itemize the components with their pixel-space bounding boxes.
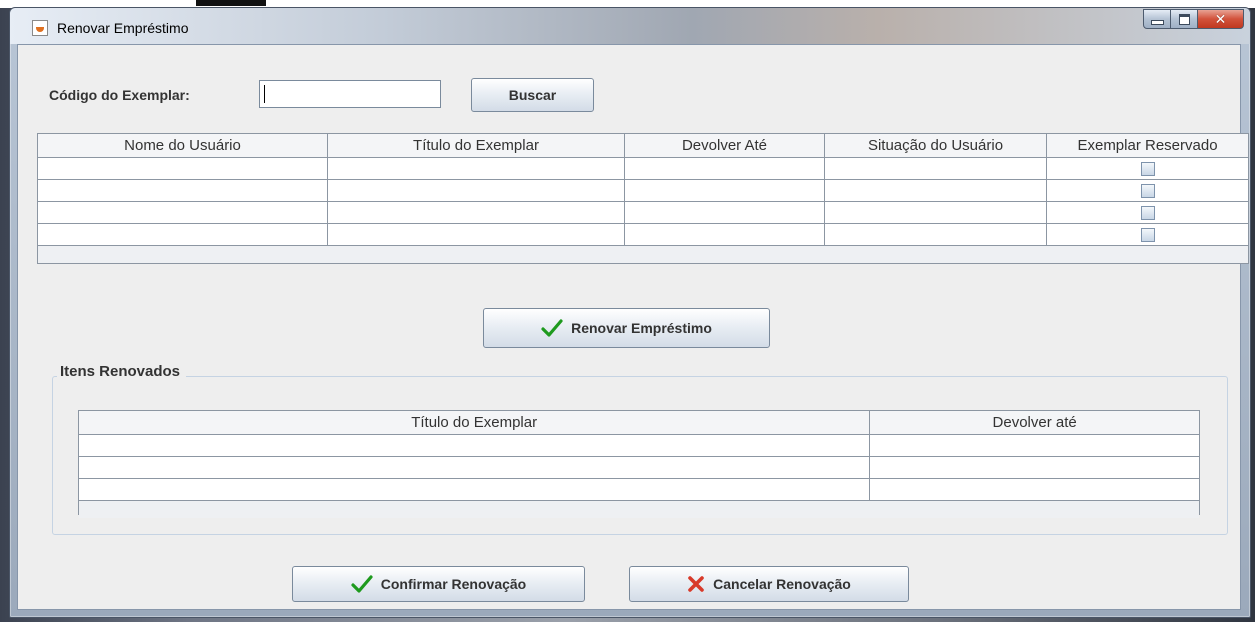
title-bar[interactable]: Renovar Empréstimo ✕: [10, 8, 1250, 44]
checkmark-icon: [351, 575, 373, 593]
maximize-icon: [1178, 13, 1190, 25]
cell-titulo-exemplar[interactable]: [328, 202, 625, 223]
cell-devolver-ate[interactable]: [625, 224, 825, 245]
table-row[interactable]: [38, 202, 1248, 224]
close-icon: ✕: [1214, 11, 1227, 27]
codigo-exemplar-input[interactable]: [259, 80, 441, 108]
cell-nome-usuario[interactable]: [38, 180, 328, 201]
cell-devolver-ate[interactable]: [625, 180, 825, 201]
cell-titulo-exemplar[interactable]: [79, 457, 871, 478]
column-header-devolver-ate[interactable]: Devolver Até: [625, 134, 825, 157]
red-x-icon: [688, 576, 704, 592]
emprestimos-table: Nome do Usuário Título do Exemplar Devol…: [37, 133, 1249, 264]
cell-exemplar-reservado: [1047, 180, 1248, 201]
window-title: Renovar Empréstimo: [57, 20, 189, 36]
table-row[interactable]: [79, 435, 1199, 457]
maximize-button[interactable]: [1171, 9, 1198, 29]
cell-exemplar-reservado: [1047, 158, 1248, 179]
cell-nome-usuario[interactable]: [38, 202, 328, 223]
table-row[interactable]: [38, 180, 1248, 202]
table-row[interactable]: [38, 224, 1248, 246]
cell-exemplar-reservado: [1047, 224, 1248, 245]
table-row[interactable]: [38, 158, 1248, 180]
reservado-checkbox[interactable]: [1140, 183, 1155, 198]
horizontal-scrollbar[interactable]: [38, 246, 1248, 263]
cell-devolver-ate[interactable]: [625, 202, 825, 223]
column-header-situacao-usuario[interactable]: Situação do Usuário: [825, 134, 1047, 157]
cell-situacao-usuario[interactable]: [825, 202, 1047, 223]
table-row[interactable]: [79, 457, 1199, 479]
codigo-exemplar-label: Código do Exemplar:: [49, 87, 190, 103]
reservado-checkbox[interactable]: [1140, 161, 1155, 176]
text-caret: [264, 85, 265, 103]
window-controls: ✕: [1143, 9, 1244, 31]
emprestimos-table-header: Nome do Usuário Título do Exemplar Devol…: [38, 134, 1248, 158]
confirmar-renovacao-label: Confirmar Renovação: [380, 576, 527, 592]
horizontal-scrollbar[interactable]: [79, 501, 1199, 518]
cell-situacao-usuario[interactable]: [825, 224, 1047, 245]
cell-devolver-ate[interactable]: [870, 457, 1199, 478]
cell-situacao-usuario[interactable]: [825, 158, 1047, 179]
column-header-devolver-ate[interactable]: Devolver até: [870, 411, 1199, 434]
java-cup-icon: [32, 20, 48, 36]
minimize-icon: [1150, 19, 1164, 25]
column-header-titulo-exemplar[interactable]: Título do Exemplar: [79, 411, 871, 434]
column-header-exemplar-reservado[interactable]: Exemplar Reservado: [1047, 134, 1248, 157]
checkmark-icon: [541, 319, 563, 337]
cell-titulo-exemplar[interactable]: [79, 479, 871, 500]
close-button[interactable]: ✕: [1198, 9, 1244, 29]
cancelar-renovacao-label: Cancelar Renovação: [713, 576, 851, 592]
itens-renovados-table-header: Título do Exemplar Devolver até: [79, 411, 1199, 435]
cell-titulo-exemplar[interactable]: [328, 180, 625, 201]
itens-renovados-title: Itens Renovados: [57, 363, 187, 380]
renovar-emprestimo-label: Renovar Empréstimo: [571, 320, 712, 336]
reservado-checkbox[interactable]: [1140, 227, 1155, 242]
reservado-checkbox[interactable]: [1140, 205, 1155, 220]
cell-titulo-exemplar[interactable]: [79, 435, 871, 456]
cell-devolver-ate[interactable]: [870, 479, 1199, 500]
cell-nome-usuario[interactable]: [38, 158, 328, 179]
column-header-titulo-exemplar[interactable]: Título do Exemplar: [328, 134, 625, 157]
buscar-button[interactable]: Buscar: [471, 78, 594, 112]
minimize-button[interactable]: [1143, 9, 1171, 29]
column-header-nome-usuario[interactable]: Nome do Usuário: [38, 134, 328, 157]
cell-devolver-ate[interactable]: [870, 435, 1199, 456]
cancelar-renovacao-button[interactable]: Cancelar Renovação: [629, 566, 909, 602]
confirmar-renovacao-button[interactable]: Confirmar Renovação: [292, 566, 585, 602]
renovar-emprestimo-button[interactable]: Renovar Empréstimo: [483, 308, 770, 348]
itens-renovados-table: Título do Exemplar Devolver até: [78, 410, 1200, 518]
cell-devolver-ate[interactable]: [625, 158, 825, 179]
window-content: Código do Exemplar: Buscar Nome do Usuár…: [17, 44, 1249, 610]
cell-exemplar-reservado: [1047, 202, 1248, 223]
renovar-emprestimo-window: Renovar Empréstimo ✕ Código do Exemplar:…: [9, 7, 1251, 618]
cell-titulo-exemplar[interactable]: [328, 224, 625, 245]
cell-nome-usuario[interactable]: [38, 224, 328, 245]
cell-situacao-usuario[interactable]: [825, 180, 1047, 201]
desktop-mark: [196, 0, 266, 6]
cell-titulo-exemplar[interactable]: [328, 158, 625, 179]
table-row[interactable]: [79, 479, 1199, 501]
